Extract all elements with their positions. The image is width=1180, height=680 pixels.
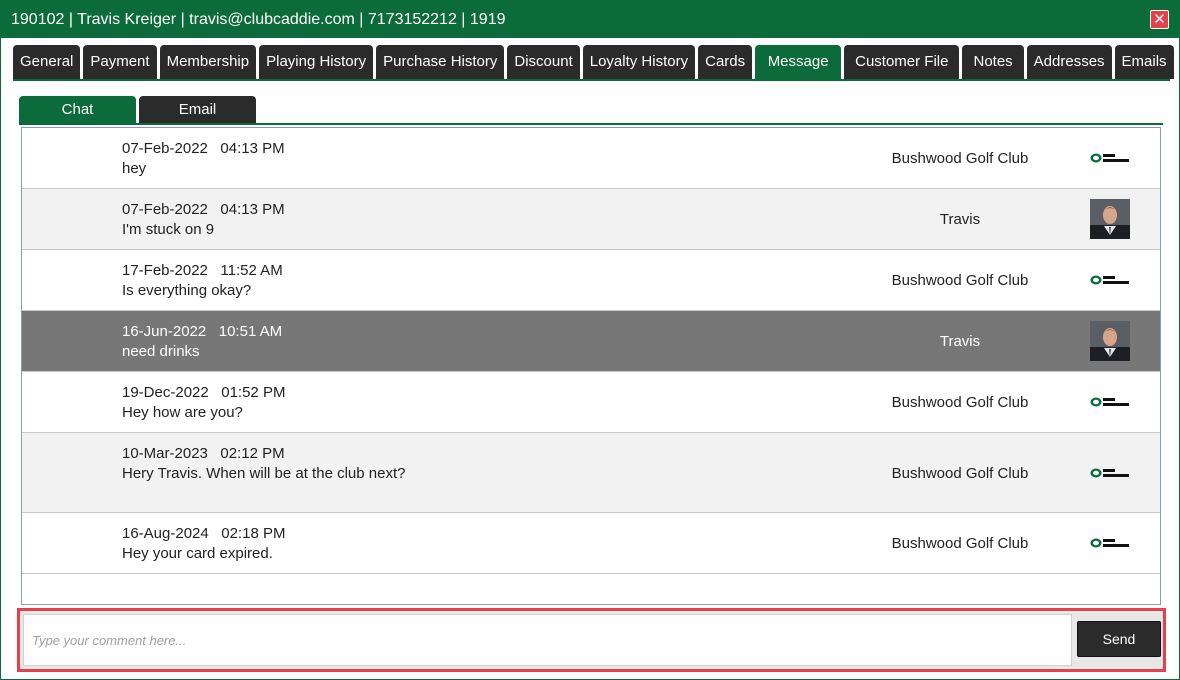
tab-customer-file[interactable]: Customer File (844, 45, 960, 79)
tab-payment[interactable]: Payment (83, 45, 157, 79)
subtab-email[interactable]: Email (139, 96, 256, 123)
message-timestamp: 07-Feb-2022 04:13 PM (122, 140, 285, 157)
message-subtabs: Chat Email (19, 96, 256, 123)
customer-window: 190102 | Travis Kreiger | travis@clubcad… (0, 0, 1180, 680)
message-sender: Bushwood Golf Club (891, 150, 1029, 167)
title-bar: 190102 | Travis Kreiger | travis@clubcad… (1, 1, 1179, 38)
message-text: I'm stuck on 9 (122, 221, 215, 238)
club-caddie-logo-icon (1090, 468, 1129, 478)
message-date: 16-Jun-2022 (122, 323, 207, 340)
comment-input[interactable] (23, 614, 1072, 666)
send-button[interactable]: Send (1077, 621, 1161, 657)
message-timestamp: 10-Mar-2023 02:12 PM (122, 445, 285, 462)
message-time: 04:13 PM (220, 201, 285, 218)
message-time: 04:13 PM (220, 140, 285, 157)
close-button[interactable]: ✕ (1150, 10, 1169, 29)
user-avatar-icon (1090, 199, 1130, 239)
tab-cards[interactable]: Cards (698, 45, 753, 79)
chat-message-row[interactable]: 07-Feb-2022 04:13 PM I'm stuck on 9 Trav… (22, 189, 1160, 250)
club-caddie-logo-icon (1090, 275, 1129, 285)
message-sender: Travis (939, 211, 981, 228)
chat-message-row[interactable]: 19-Dec-2022 01:52 PM Hey how are you? Bu… (22, 372, 1160, 433)
tab-message[interactable]: Message (755, 45, 842, 79)
subtabs-divider (19, 123, 1163, 125)
message-timestamp: 07-Feb-2022 04:13 PM (122, 201, 285, 218)
chat-message-row[interactable]: 17-Feb-2022 11:52 AM Is everything okay?… (22, 250, 1160, 311)
message-timestamp: 17-Feb-2022 11:52 AM (122, 262, 283, 279)
message-date: 16-Aug-2024 (122, 525, 209, 542)
message-date: 07-Feb-2022 (122, 140, 208, 157)
subtab-chat[interactable]: Chat (19, 96, 136, 123)
chat-message-row-selected[interactable]: 16-Jun-2022 10:51 AM need drinks Travis (22, 311, 1160, 372)
message-text: Is everything okay? (122, 282, 252, 299)
message-sender: Bushwood Golf Club (891, 535, 1029, 552)
chat-message-row[interactable]: 07-Feb-2022 04:13 PM hey Bushwood Golf C… (22, 128, 1160, 189)
tab-membership[interactable]: Membership (159, 45, 257, 79)
message-time: 10:51 AM (218, 323, 283, 340)
message-time: 11:52 AM (220, 262, 283, 279)
message-text: need drinks (122, 343, 200, 360)
tabs-divider (13, 79, 1170, 81)
user-avatar-icon (1090, 321, 1130, 361)
message-text: hey (122, 160, 147, 177)
tab-purchase-history[interactable]: Purchase History (376, 45, 505, 79)
club-caddie-logo-icon (1090, 397, 1129, 407)
message-sender: Bushwood Golf Club (891, 272, 1029, 289)
close-icon: ✕ (1153, 10, 1166, 28)
chat-message-list[interactable]: 07-Feb-2022 04:13 PM hey Bushwood Golf C… (21, 127, 1161, 605)
message-date: 10-Mar-2023 (122, 445, 208, 462)
chat-message-row[interactable]: 16-Aug-2024 02:18 PM Hey your card expir… (22, 513, 1160, 574)
message-sender: Bushwood Golf Club (891, 394, 1029, 411)
message-text: Hery Travis. When will be at the club ne… (122, 465, 406, 482)
message-timestamp: 16-Jun-2022 10:51 AM (122, 323, 282, 340)
message-date: 07-Feb-2022 (122, 201, 208, 218)
tab-emails[interactable]: Emails (1114, 45, 1174, 79)
tab-loyalty-history[interactable]: Loyalty History (582, 45, 696, 79)
message-timestamp: 16-Aug-2024 02:18 PM (122, 525, 285, 542)
main-tabs: General Payment Membership Playing Histo… (13, 45, 1174, 80)
message-text: Hey how are you? (122, 404, 243, 421)
message-timestamp: 19-Dec-2022 01:52 PM (122, 384, 285, 401)
tab-notes[interactable]: Notes (962, 45, 1024, 79)
tab-general[interactable]: General (13, 45, 81, 79)
tab-addresses[interactable]: Addresses (1026, 45, 1112, 79)
message-sender: Travis (939, 333, 981, 350)
message-time: 02:12 PM (220, 445, 285, 462)
tab-playing-history[interactable]: Playing History (259, 45, 374, 79)
message-date: 19-Dec-2022 (122, 384, 209, 401)
message-text: Hey your card expired. (122, 545, 273, 562)
chat-message-row[interactable]: 10-Mar-2023 02:12 PM Hery Travis. When w… (22, 433, 1160, 513)
message-time: 01:52 PM (221, 384, 286, 401)
message-sender: Bushwood Golf Club (891, 465, 1029, 482)
message-time: 02:18 PM (221, 525, 286, 542)
club-caddie-logo-icon (1090, 538, 1129, 548)
tab-discount[interactable]: Discount (507, 45, 580, 79)
window-title: 190102 | Travis Kreiger | travis@clubcad… (11, 11, 506, 28)
club-caddie-logo-icon (1090, 153, 1129, 163)
message-date: 17-Feb-2022 (122, 262, 208, 279)
comment-composer: Send (17, 608, 1166, 672)
